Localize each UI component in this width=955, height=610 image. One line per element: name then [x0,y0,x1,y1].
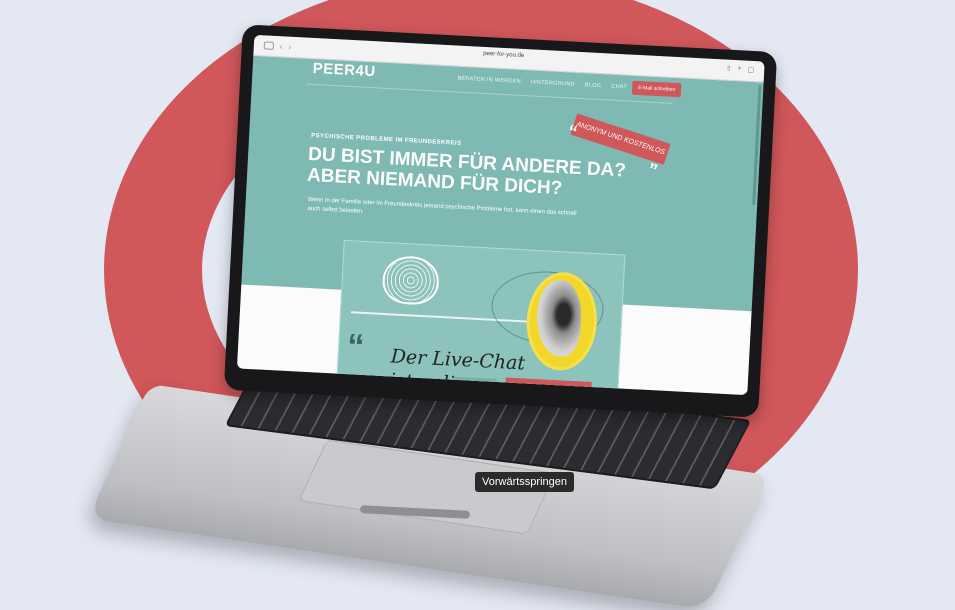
hero-headline: DU BIST IMMER FÜR ANDERE DA? ABER NIEMAN… [307,144,639,203]
nav-item-chat[interactable]: CHAT [611,84,627,91]
tabs-icon[interactable]: ▢ [747,66,754,74]
back-arrow-icon[interactable]: ‹ [280,42,283,51]
url-bar[interactable]: peer-for-you.de [443,49,563,66]
nav-item-blog[interactable]: BLOG [585,82,602,89]
laptop-lid: ‹ › peer-for-you.de ⇧ + ▢ PEER4U BERATER… [223,24,778,418]
quote-close-icon: ” [645,159,660,181]
skip-forward-tooltip: Vorwärtsspringen [475,472,574,492]
nav-item-berater[interactable]: BERATER:IN WERDEN [457,76,521,85]
card-quote-icon: “ [346,327,366,367]
sticker-badge: ANONYM UND KOSTENLOS [570,113,671,165]
email-button[interactable]: E-Mail schreiben [631,80,682,98]
chat-heading-line-2: ist onlin [388,369,468,396]
page-scrollbar[interactable] [752,85,762,206]
hero-image-card[interactable]: “ Der Live-Chat ist onlin Wir sind onlin… [335,239,626,396]
site-nav: BERATER:IN WERDEN HINTERGRUND BLOG CHAT [457,76,627,91]
site-logo[interactable]: PEER4U [312,60,376,80]
browser-actions: ⇧ + ▢ [725,65,754,74]
online-status-button[interactable]: Wir sind online [453,376,497,391]
new-tab-icon[interactable]: + [737,65,741,73]
share-icon[interactable]: ⇧ [725,65,731,73]
nav-item-hintergrund[interactable]: HINTERGRUND [531,79,575,87]
laptop-screen: ‹ › peer-for-you.de ⇧ + ▢ PEER4U BERATER… [236,34,765,396]
forward-arrow-icon[interactable]: › [288,42,291,51]
brain-icon [381,254,440,306]
sidebar-icon[interactable] [263,40,275,50]
hero-body-text: Wenn in der Familie oder im Freundeskrei… [307,196,577,217]
browser-controls: ‹ › [254,40,291,51]
red-accent-block [504,377,592,396]
